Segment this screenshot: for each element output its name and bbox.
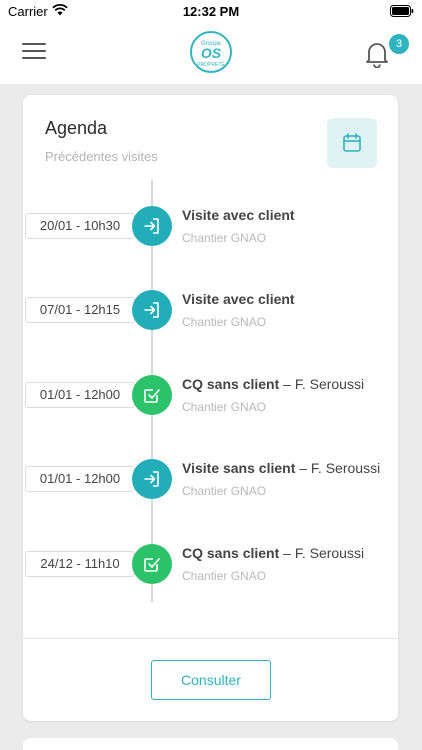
visit-date: 07/01 - 12h15 [25,297,135,323]
logo-sub-text: PROPRETÉ [197,62,225,68]
visit-person: – F. Seroussi [279,376,365,392]
visit-type: CQ sans client [182,545,280,561]
timeline-item[interactable]: 01/01 - 12h00 CQ sans client – F. Serous… [23,367,398,417]
consult-button[interactable]: Consulter [151,660,271,700]
status-bar: Carrier 12:32 PM [0,0,422,24]
agenda-card: Agenda Précédentes visites 20/01 - 10h30… [23,95,398,721]
menu-icon[interactable] [22,43,46,63]
visit-site: Chantier GNAO [182,569,267,583]
checkbox-icon [132,375,172,415]
card-divider [23,638,398,639]
visit-title: Visite avec client [182,291,295,307]
visit-site: Chantier GNAO [182,231,267,245]
visit-date: 24/12 - 11h10 [25,551,135,577]
timeline-item[interactable]: 24/12 - 11h10 CQ sans client – F. Serous… [23,536,398,586]
card-subtitle: Précédentes visites [45,149,158,164]
next-card [23,738,398,750]
visit-site: Chantier GNAO [182,484,267,498]
clock: 12:32 PM [182,4,240,19]
visit-title: CQ sans client – F. Seroussi [182,545,364,561]
app-header: Groupe OS PROPRETÉ 3 [0,24,422,84]
checkbox-icon [132,544,172,584]
card-title: Agenda [45,118,108,138]
sign-in-icon [132,290,172,330]
company-logo: Groupe OS PROPRETÉ [190,31,232,73]
visit-date: 20/01 - 10h30 [25,213,135,239]
visit-date: 01/01 - 12h00 [25,466,135,492]
visit-type: Visite avec client [182,291,295,307]
notification-badge: 3 [389,34,409,54]
visit-title: CQ sans client – F. Seroussi [182,376,364,392]
timeline-item[interactable]: 07/01 - 12h15 Visite avec client Chantie… [23,282,398,332]
visit-type: CQ sans client [182,376,280,392]
visit-type: Visite avec client [182,207,295,223]
visit-site: Chantier GNAO [182,400,267,414]
visit-site: Chantier GNAO [182,315,267,329]
logo-main-text: OS [200,45,222,61]
battery-icon [390,5,414,17]
timeline-item[interactable]: 20/01 - 10h30 Visite avec client Chantie… [23,198,398,248]
visit-title: Visite sans client – F. Seroussi [182,460,380,476]
calendar-button[interactable] [327,118,377,168]
visit-person: – F. Seroussi [279,545,365,561]
visit-person: – F. Seroussi [295,460,381,476]
sign-in-icon [132,459,172,499]
timeline-item[interactable]: 01/01 - 12h00 Visite sans client – F. Se… [23,451,398,501]
calendar-icon [343,133,361,152]
visit-type: Visite sans client [182,460,296,476]
visit-title: Visite avec client [182,207,295,223]
sign-in-icon [132,206,172,246]
visit-date: 01/01 - 12h00 [25,382,135,408]
bell-icon[interactable] [364,40,390,68]
